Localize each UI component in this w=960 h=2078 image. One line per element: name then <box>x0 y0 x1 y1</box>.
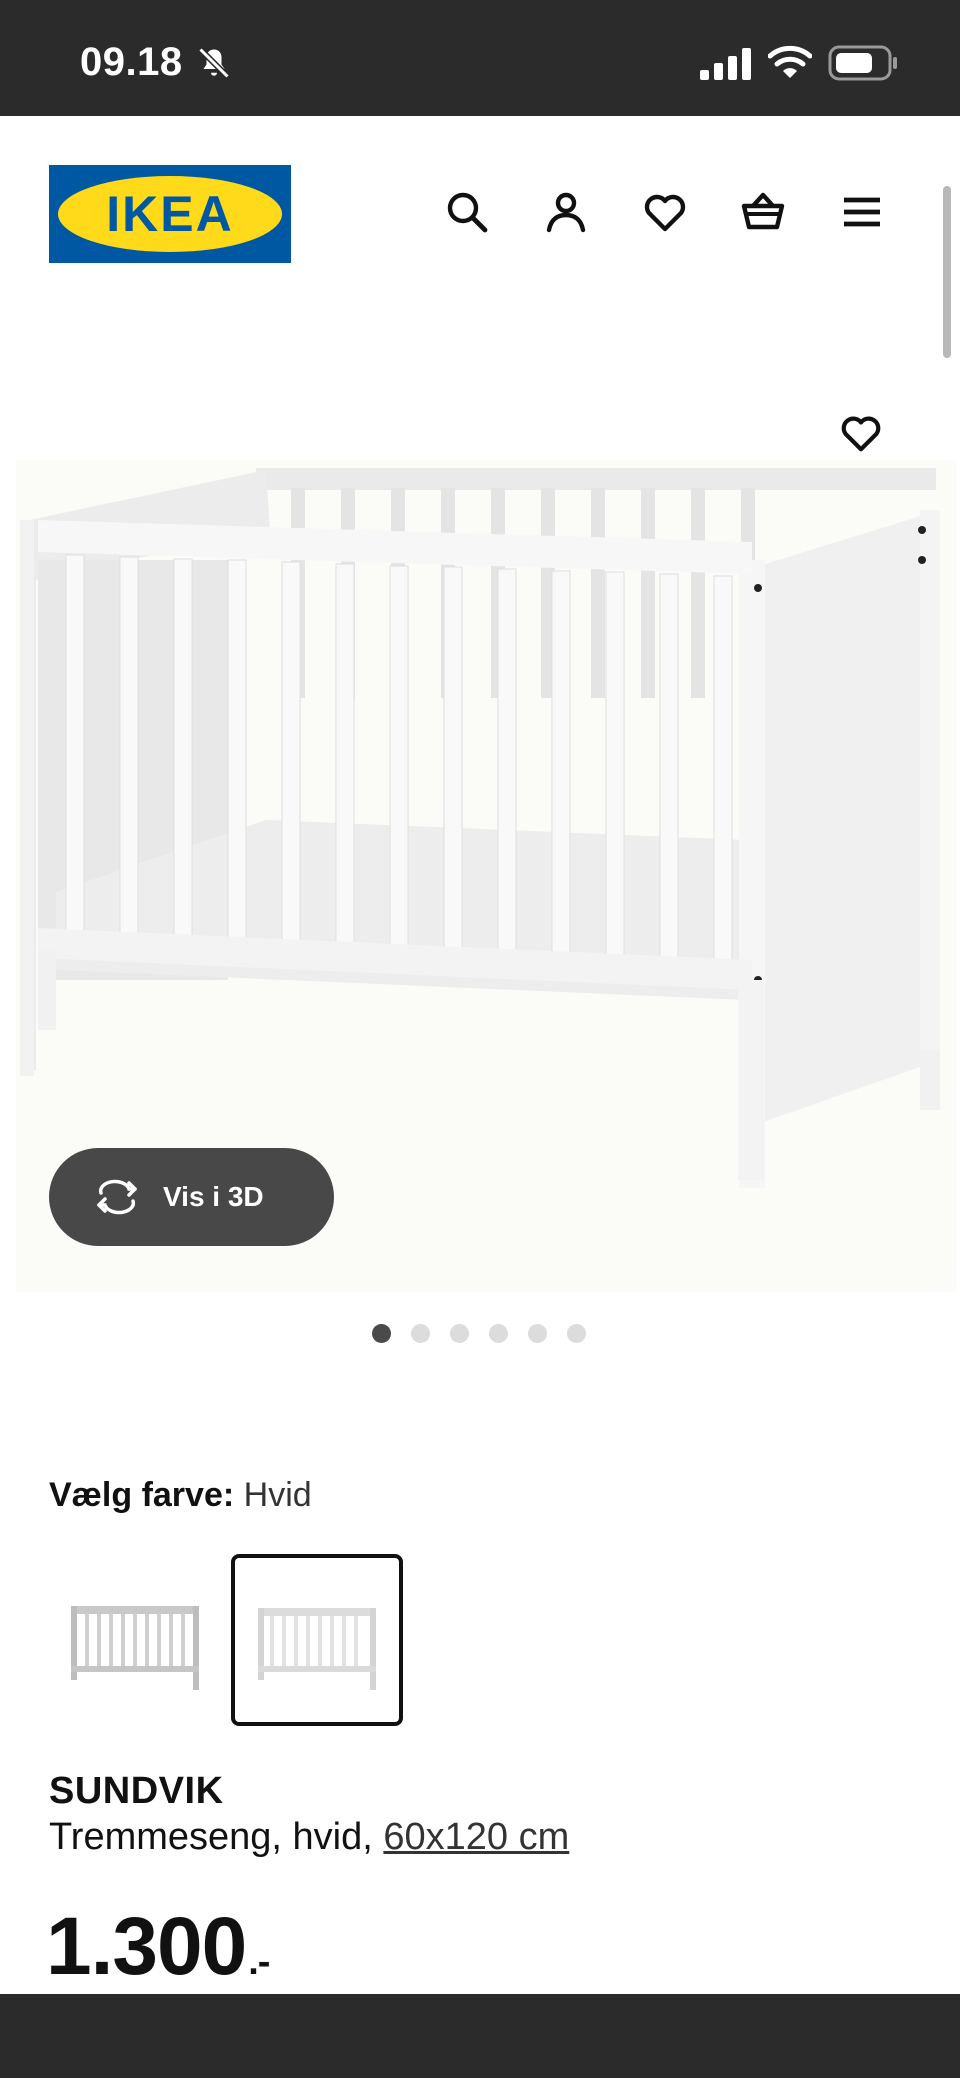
page-scrollbar[interactable] <box>943 186 951 358</box>
wifi-icon <box>768 45 812 78</box>
search-icon[interactable] <box>443 188 491 236</box>
swatch-image <box>71 1606 199 1690</box>
color-selector-label: Vælg farve: Hvid <box>49 1476 312 1515</box>
price-amount: 1.300 <box>46 1901 247 1992</box>
gallery-dot[interactable] <box>372 1324 391 1343</box>
color-label: Vælg farve: <box>49 1476 235 1514</box>
wishlist-icon[interactable] <box>641 188 689 236</box>
view-in-3d-label: Vis i 3D <box>163 1181 264 1212</box>
swatch-image <box>258 1608 376 1690</box>
color-value: Hvid <box>243 1476 312 1514</box>
product-desc-text: Tremmeseng, hvid, <box>49 1816 373 1858</box>
price-suffix: .- <box>248 1941 270 1983</box>
basket-icon[interactable] <box>739 188 787 236</box>
product-size-link[interactable]: 60x120 cm <box>383 1816 569 1858</box>
gallery-pagination <box>372 1324 592 1346</box>
rotate-3d-icon <box>97 1179 137 1215</box>
menu-icon[interactable] <box>838 188 886 236</box>
product-name: SUNDVIK <box>49 1770 224 1812</box>
product-price: 1.300 .- <box>46 1900 270 1994</box>
svg-text:IKEA: IKEA <box>106 186 233 242</box>
gallery-dot[interactable] <box>489 1324 508 1343</box>
product-description: Tremmeseng, hvid, 60x120 cm <box>49 1816 569 1859</box>
gallery-dot[interactable] <box>450 1324 469 1343</box>
bell-slash-icon <box>198 47 230 79</box>
view-in-3d-button[interactable]: Vis i 3D <box>49 1148 334 1246</box>
battery-icon <box>828 45 897 81</box>
color-swatch-grey[interactable] <box>49 1554 221 1726</box>
signal-icon <box>700 48 751 80</box>
status-time: 09.18 <box>80 40 183 84</box>
color-swatch-white[interactable] <box>231 1554 403 1726</box>
gallery-dot[interactable] <box>528 1324 547 1343</box>
ikea-logo[interactable]: IKEA <box>49 165 291 263</box>
gallery-dot[interactable] <box>567 1324 586 1343</box>
add-to-wishlist-icon[interactable] <box>838 410 884 456</box>
account-icon[interactable] <box>542 188 590 236</box>
gallery-dot[interactable] <box>411 1324 430 1343</box>
bottom-bar <box>0 1994 960 2078</box>
